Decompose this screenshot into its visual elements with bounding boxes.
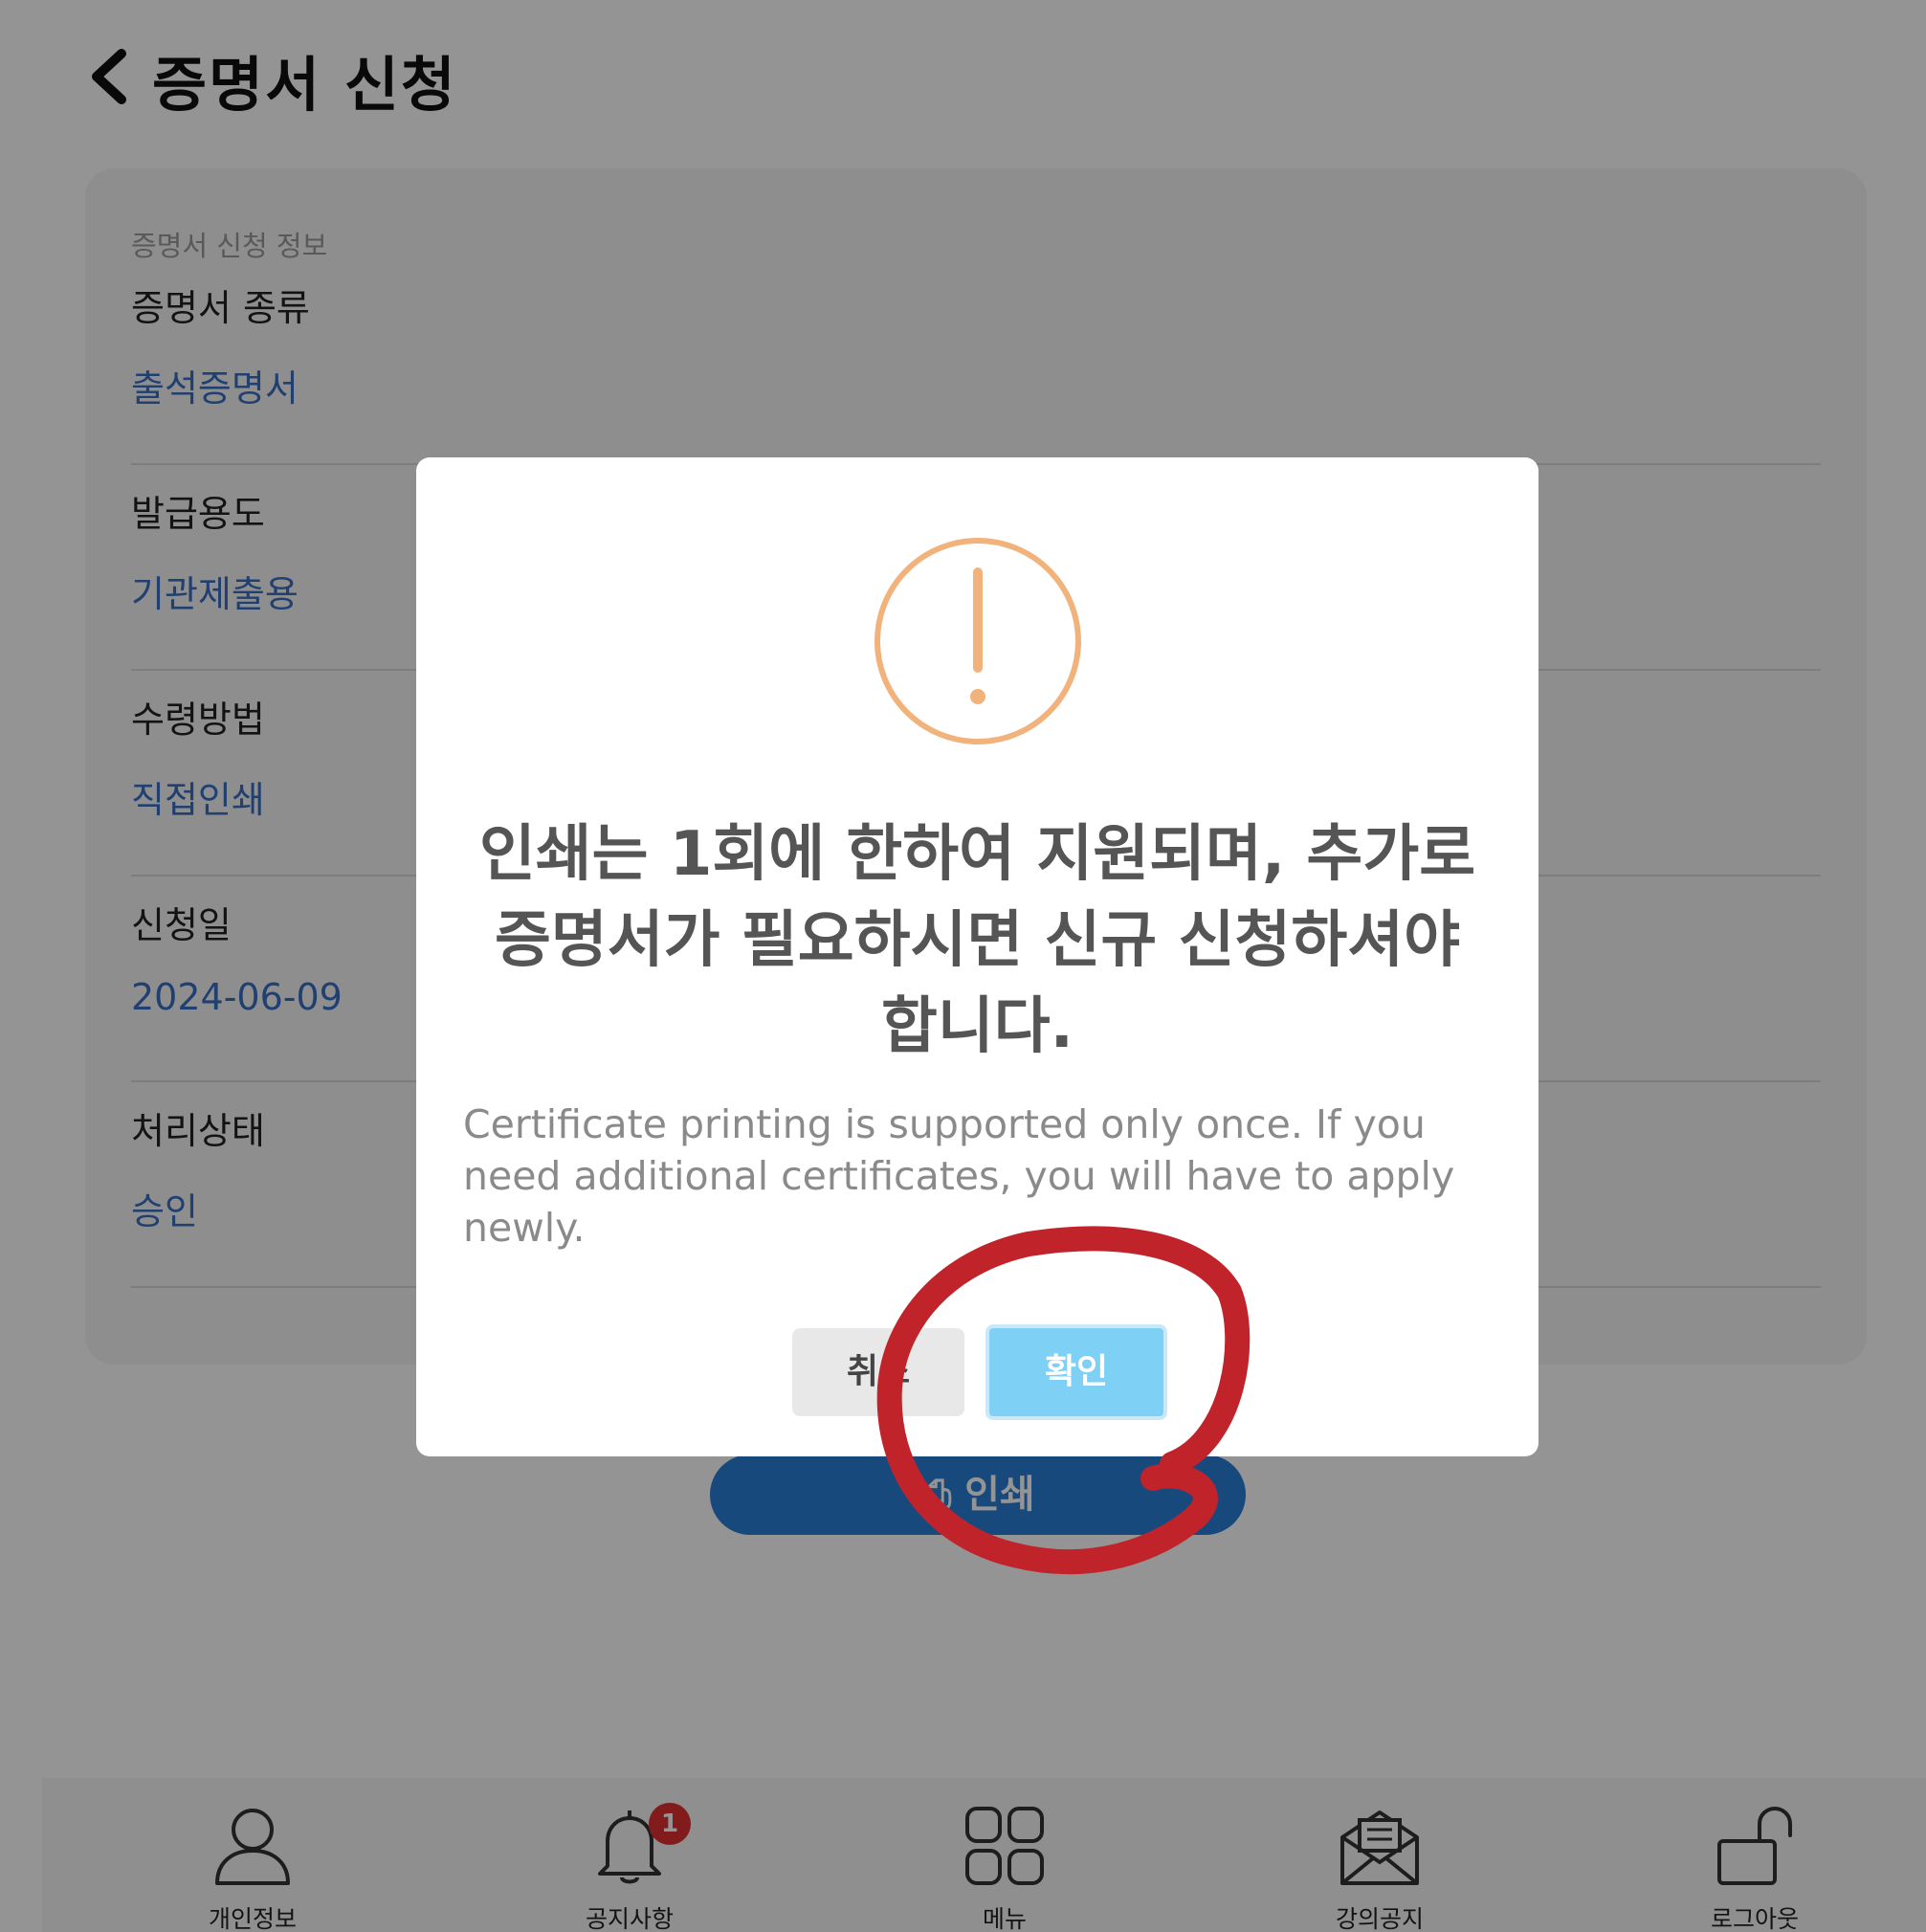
confirm-button[interactable]: 확인 <box>985 1324 1167 1420</box>
cancel-button[interactable]: 취소 <box>792 1328 964 1416</box>
warning-icon <box>874 538 1081 744</box>
dialog-message: Certificate printing is supported only o… <box>463 1101 1455 1251</box>
dialog-title: 인쇄는 1회에 한하여 지원되며, 추가로 증명서가 필요하시면 신규 신청하셔… <box>454 811 1500 1070</box>
dialog-title-line: 증명서가 필요하시면 신규 신청하셔야 <box>495 905 1460 976</box>
dialog-title-line: 합니다. <box>881 991 1074 1062</box>
confirm-dialog: 인쇄는 1회에 한하여 지원되며, 추가로 증명서가 필요하시면 신규 신청하셔… <box>416 457 1539 1456</box>
dialog-title-line: 인쇄는 1회에 한하여 지원되며, 추가로 <box>478 819 1476 890</box>
